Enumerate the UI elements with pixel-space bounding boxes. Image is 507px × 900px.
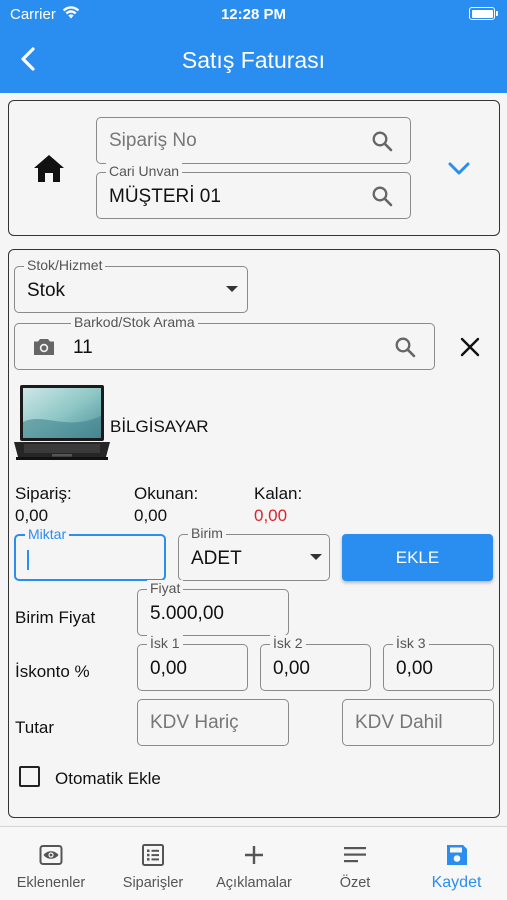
battery-icon <box>469 7 498 20</box>
status-bar: Carrier 12:28 PM <box>0 0 507 28</box>
discount-2-value: 0,00 <box>273 658 310 679</box>
camera-icon[interactable] <box>33 337 55 356</box>
price-field[interactable]: Fiyat 5.000,00 <box>137 580 289 636</box>
tab-orders[interactable]: Siparişler <box>102 827 204 900</box>
auto-add-label[interactable]: Otomatik Ekle <box>55 769 161 789</box>
chevron-down-icon[interactable] <box>446 158 472 178</box>
home-icon[interactable] <box>32 153 66 183</box>
save-icon <box>446 845 467 865</box>
price-value: 5.000,00 <box>150 603 224 624</box>
stock-type-select[interactable]: Stok/Hizmet Stok <box>14 257 248 313</box>
discount-1-label: İsk 1 <box>147 635 183 651</box>
product-name: BİLGİSAYAR <box>110 417 209 436</box>
search-icon[interactable] <box>371 185 393 207</box>
stock-type-value: Stok <box>27 280 66 301</box>
ordered-value: 0,00 <box>15 506 49 525</box>
unit-value: ADET <box>191 548 242 569</box>
ordered-label: Sipariş: <box>15 484 72 503</box>
quantity-label: Miktar <box>25 526 70 542</box>
total-incl-vat-field[interactable]: KDV Dahil <box>342 699 494 746</box>
discount-row-label: İskonto % <box>15 662 90 681</box>
auto-add-checkbox[interactable] <box>19 766 40 787</box>
total-excl-vat-placeholder: KDV Hariç <box>150 712 239 733</box>
unit-label: Birim <box>188 525 226 541</box>
search-icon[interactable] <box>394 336 416 358</box>
eye-icon <box>39 845 63 865</box>
product-image <box>14 385 110 460</box>
dropdown-arrow-icon <box>226 286 238 292</box>
add-button[interactable]: EKLE <box>342 534 493 581</box>
discount-2-field[interactable]: İsk 2 0,00 <box>260 635 371 691</box>
customer-label: Cari Unvan <box>106 163 183 179</box>
remaining-value: 0,00 <box>254 506 288 525</box>
tab-summary-label: Özet <box>339 875 371 891</box>
tab-save[interactable]: Kaydet <box>406 827 507 900</box>
tab-notes[interactable]: Açıklamalar <box>204 827 304 900</box>
read-label: Okunan: <box>134 484 199 503</box>
order-no-placeholder: Sipariş No <box>109 130 197 151</box>
total-row-label: Tutar <box>15 718 55 737</box>
dropdown-arrow-icon <box>310 554 322 560</box>
total-excl-vat-field[interactable]: KDV Hariç <box>137 699 289 746</box>
customer-field[interactable]: Cari Unvan MÜŞTERİ 01 <box>96 163 411 219</box>
discount-2-label: İsk 2 <box>270 635 306 651</box>
bottom-tab-bar: Eklenenler Siparişler Açıklamalar Özet K… <box>0 826 507 900</box>
tab-summary[interactable]: Özet <box>304 827 406 900</box>
tab-save-label: Kaydet <box>431 874 482 891</box>
app-header: Carrier 12:28 PM Satış Faturası <box>0 0 507 93</box>
close-icon[interactable] <box>459 336 481 358</box>
list-icon <box>142 844 164 866</box>
unit-select[interactable]: Birim ADET <box>178 525 330 581</box>
discount-3-field[interactable]: İsk 3 0,00 <box>383 635 494 691</box>
search-icon[interactable] <box>371 130 393 152</box>
text-cursor <box>27 550 29 570</box>
discount-1-value: 0,00 <box>150 658 187 679</box>
clock: 12:28 PM <box>220 6 287 23</box>
quantity-input[interactable]: Miktar <box>14 526 166 581</box>
remaining-label: Kalan: <box>254 484 303 503</box>
page-title: Satış Faturası <box>181 47 326 73</box>
total-incl-vat-placeholder: KDV Dahil <box>355 712 443 733</box>
menu-icon <box>344 847 366 863</box>
discount-3-value: 0,00 <box>396 658 433 679</box>
tab-orders-label: Siparişler <box>122 875 184 891</box>
discount-1-field[interactable]: İsk 1 0,00 <box>137 635 248 691</box>
barcode-search-field[interactable]: Barkod/Stok Arama 11 <box>14 314 435 370</box>
barcode-label: Barkod/Stok Arama <box>71 314 198 330</box>
price-label: Fiyat <box>147 580 184 596</box>
stock-type-label: Stok/Hizmet <box>24 257 106 273</box>
tab-notes-label: Açıklamalar <box>216 875 292 891</box>
customer-value: MÜŞTERİ 01 <box>109 186 221 207</box>
tab-added[interactable]: Eklenenler <box>0 827 102 900</box>
tab-added-label: Eklenenler <box>16 875 86 891</box>
order-no-field[interactable]: Sipariş No <box>96 117 411 164</box>
plus-icon <box>245 846 263 864</box>
barcode-value: 11 <box>73 337 93 358</box>
unit-price-row-label: Birim Fiyat <box>15 608 96 627</box>
read-value: 0,00 <box>134 506 168 525</box>
discount-3-label: İsk 3 <box>393 635 429 651</box>
